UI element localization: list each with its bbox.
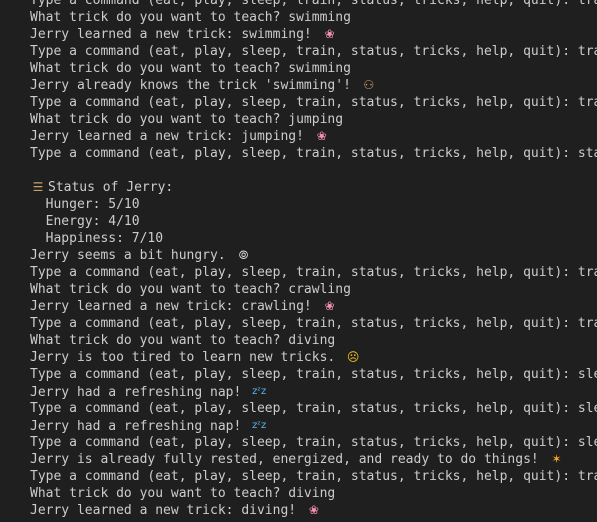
terminal-line: Jerry is already fully rested, energized… — [30, 451, 597, 468]
terminal-line: Jerry learned a new trick: swimming! ❀ — [30, 26, 597, 43]
terminal-line: Type a command (eat, play, sleep, train,… — [30, 43, 597, 60]
party-popper-icon: ✶ — [551, 452, 562, 466]
terminal-line-text: Jerry learned a new trick: diving! — [30, 503, 297, 518]
terminal-line-text: Type a command (eat, play, sleep, train,… — [30, 95, 597, 110]
brain-icon: ❀ — [316, 129, 327, 143]
terminal-line-text: Type a command (eat, play, sleep, train,… — [30, 0, 597, 8]
terminal-line: What trick do you want to teach? crawlin… — [30, 281, 597, 298]
terminal-line-text: What trick do you want to teach? jumping — [30, 112, 344, 127]
terminal-line-text: Jerry had a refreshing nap! — [30, 419, 242, 434]
terminal-line-text: Type a command (eat, play, sleep, train,… — [30, 44, 597, 59]
terminal-line: ☰ Status of Jerry: — [30, 179, 597, 196]
terminal-line: Hunger: 5/10 — [30, 196, 597, 213]
terminal-line: Type a command (eat, play, sleep, train,… — [30, 145, 597, 162]
terminal-line-text: Jerry is too tired to learn new tricks. — [30, 350, 336, 365]
terminal-line: Type a command (eat, play, sleep, train,… — [30, 468, 597, 485]
terminal-line: Type a command (eat, play, sleep, train,… — [30, 264, 597, 281]
terminal-line-text: What trick do you want to teach? swimmin… — [30, 61, 351, 76]
terminal-line-text: What trick do you want to teach? swimmin… — [30, 10, 351, 25]
terminal-line: Jerry already knows the trick 'swimming'… — [30, 77, 597, 94]
terminal-line: What trick do you want to teach? swimmin… — [30, 60, 597, 77]
terminal-line: Type a command (eat, play, sleep, train,… — [30, 400, 597, 417]
terminal-line-text: Type a command (eat, play, sleep, train,… — [30, 435, 597, 450]
brain-icon: ❀ — [308, 503, 319, 517]
terminal-line-text: What trick do you want to teach? diving — [30, 486, 336, 501]
terminal-line-text: Jerry learned a new trick: swimming! — [30, 27, 312, 42]
terminal-line-text: Type a command (eat, play, sleep, train,… — [30, 265, 597, 280]
terminal-line: Energy: 4/10 — [30, 213, 597, 230]
terminal-line-text: Type a command (eat, play, sleep, train,… — [30, 401, 597, 416]
terminal-line: Jerry learned a new trick: crawling! ❀ — [30, 298, 597, 315]
terminal-line-text: Status of Jerry: — [48, 180, 174, 195]
terminal-line: Jerry had a refreshing nap! zᶻz — [30, 383, 597, 400]
terminal-line: Jerry learned a new trick: jumping! ❀ — [30, 128, 597, 145]
dog-face-icon: ⚇ — [363, 78, 375, 92]
terminal-line-text: What trick do you want to teach? crawlin… — [30, 282, 351, 297]
terminal-line-text: Jerry seems a bit hungry. — [30, 248, 226, 263]
terminal-line-text: Type a command (eat, play, sleep, train,… — [30, 316, 597, 331]
terminal-line-text: Type a command (eat, play, sleep, train,… — [30, 367, 597, 382]
terminal-output: Type a command (eat, play, sleep, train,… — [30, 0, 597, 519]
terminal-line: Happiness: 7/10 — [30, 230, 597, 247]
terminal-line-text: Energy: 4/10 — [30, 214, 140, 229]
terminal-line: What trick do you want to teach? jumping — [30, 111, 597, 128]
zzz-icon: zᶻz — [252, 420, 267, 431]
terminal-line: Type a command (eat, play, sleep, train,… — [30, 315, 597, 332]
dizzy-face-icon: ☹ — [346, 350, 360, 364]
terminal-line-text: Jerry already knows the trick 'swimming'… — [30, 78, 351, 93]
terminal-panel: Type a command (eat, play, sleep, train,… — [0, 0, 597, 522]
terminal-line-text: What trick do you want to teach? diving — [30, 333, 336, 348]
terminal-line-text: Type a command (eat, play, sleep, train,… — [30, 469, 597, 484]
terminal-line: Type a command (eat, play, sleep, train,… — [30, 0, 597, 9]
terminal-line-text: Jerry is already fully rested, energized… — [30, 452, 539, 467]
terminal-line-text: Hunger: 5/10 — [30, 197, 140, 212]
zzz-icon: zᶻz — [252, 386, 267, 397]
terminal-line: Type a command (eat, play, sleep, train,… — [30, 434, 597, 451]
terminal-line: What trick do you want to teach? swimmin… — [30, 9, 597, 26]
brain-icon: ❀ — [324, 299, 335, 313]
terminal-line: What trick do you want to teach? diving — [30, 332, 597, 349]
terminal-line-text: Jerry learned a new trick: jumping! — [30, 129, 304, 144]
brain-icon: ❀ — [324, 27, 335, 41]
terminal-line-text: Jerry learned a new trick: crawling! — [30, 299, 312, 314]
terminal-line-text: Type a command (eat, play, sleep, train,… — [30, 146, 597, 161]
terminal-line: Jerry is too tired to learn new tricks. … — [30, 349, 597, 366]
terminal-line: What trick do you want to teach? diving — [30, 485, 597, 502]
clipboard-icon: ☰ — [32, 180, 44, 194]
terminal-line-text: Jerry had a refreshing nap! — [30, 385, 242, 400]
terminal-line: Jerry had a refreshing nap! zᶻz — [30, 417, 597, 434]
terminal-line: Type a command (eat, play, sleep, train,… — [30, 366, 597, 383]
terminal-line: Jerry learned a new trick: diving! ❀ — [30, 502, 597, 519]
terminal-line: Type a command (eat, play, sleep, train,… — [30, 94, 597, 111]
plate-with-cutlery-icon: ⦾ — [238, 248, 249, 262]
terminal-line-text: Happiness: 7/10 — [30, 231, 164, 246]
terminal-line: Jerry seems a bit hungry. ⦾ — [30, 247, 597, 264]
